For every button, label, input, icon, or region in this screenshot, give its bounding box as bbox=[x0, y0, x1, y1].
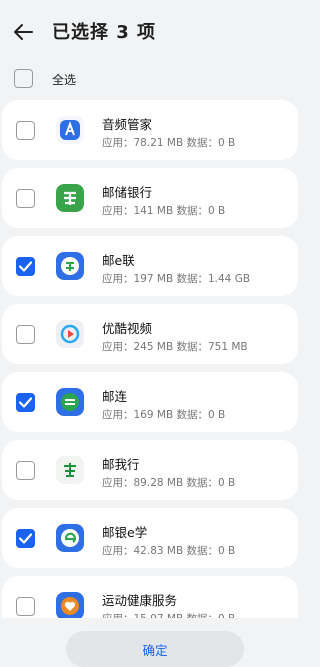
select-all-label: 全选 bbox=[52, 73, 77, 87]
app-storage-info: 应用：141 MB 数据：0 B bbox=[102, 205, 226, 217]
confirm-button[interactable]: 确定 bbox=[66, 631, 244, 667]
list-item[interactable]: 邮银e学 应用：42.83 MB 数据：0 B bbox=[2, 508, 298, 568]
list-item[interactable]: 邮我行 应用：89.28 MB 数据：0 B bbox=[2, 440, 298, 500]
app-name: 邮银e学 bbox=[102, 525, 148, 540]
page-title: 已选择 3 项 bbox=[52, 22, 157, 43]
audio-manager-icon bbox=[56, 116, 84, 144]
list-item[interactable]: 音频管家 应用：78.21 MB 数据：0 B bbox=[2, 100, 298, 160]
youku-icon bbox=[56, 320, 84, 348]
app-storage-info: 应用：78.21 MB 数据：0 B bbox=[102, 137, 236, 149]
checkbox[interactable] bbox=[16, 393, 35, 412]
checkbox[interactable] bbox=[16, 189, 35, 208]
youlian-icon bbox=[56, 388, 84, 416]
app-storage-info: 应用：42.83 MB 数据：0 B bbox=[102, 545, 236, 557]
back-arrow-icon[interactable] bbox=[12, 20, 36, 44]
app-storage-info: 应用：89.28 MB 数据：0 B bbox=[102, 477, 236, 489]
app-storage-info: 应用：245 MB 数据：751 MB bbox=[102, 341, 248, 353]
sports-health-icon bbox=[56, 592, 84, 620]
footer: 确定 bbox=[0, 618, 300, 667]
select-all-checkbox[interactable] bbox=[14, 69, 33, 88]
checkbox[interactable] bbox=[16, 461, 35, 480]
postal-bank-icon bbox=[56, 184, 84, 212]
app-name: 邮我行 bbox=[102, 457, 140, 472]
list-item[interactable]: 邮连 应用：169 MB 数据：0 B bbox=[2, 372, 298, 432]
youwoxing-icon bbox=[56, 456, 84, 484]
app-name: 邮e联 bbox=[102, 253, 135, 268]
post-elian-icon bbox=[56, 252, 84, 280]
checkbox[interactable] bbox=[16, 257, 35, 276]
list-item[interactable]: 邮储银行 应用：141 MB 数据：0 B bbox=[2, 168, 298, 228]
select-all-row[interactable]: 全选 bbox=[0, 64, 300, 94]
youyin-exue-icon bbox=[56, 524, 84, 552]
app-storage-info: 应用：197 MB 数据：1.44 GB bbox=[102, 273, 251, 285]
app-name: 邮储银行 bbox=[102, 185, 153, 200]
checkbox[interactable] bbox=[16, 325, 35, 344]
checkbox[interactable] bbox=[16, 597, 35, 616]
header: 已选择 3 项 bbox=[0, 0, 300, 60]
list-item[interactable]: 邮e联 应用：197 MB 数据：1.44 GB bbox=[2, 236, 298, 296]
app-name: 音频管家 bbox=[102, 117, 153, 132]
app-storage-info: 应用：169 MB 数据：0 B bbox=[102, 409, 226, 421]
app-name: 邮连 bbox=[102, 389, 128, 404]
checkbox[interactable] bbox=[16, 121, 35, 140]
checkbox[interactable] bbox=[16, 529, 35, 548]
list-item[interactable]: 优酷视频 应用：245 MB 数据：751 MB bbox=[2, 304, 298, 364]
app-name: 优酷视频 bbox=[102, 321, 153, 336]
app-name: 运动健康服务 bbox=[102, 593, 178, 608]
